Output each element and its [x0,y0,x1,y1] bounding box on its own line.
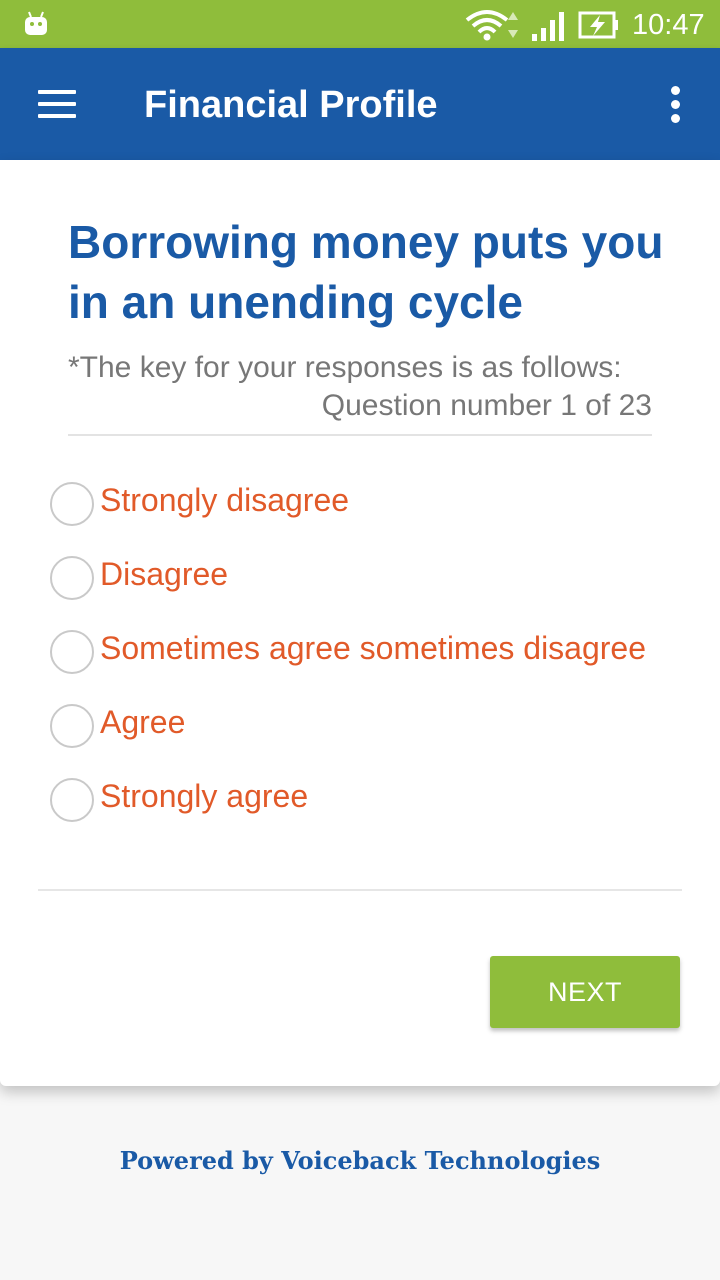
question-card: Borrowing money puts you in an unending … [0,160,720,1086]
radio-button[interactable] [50,704,94,748]
radio-button[interactable] [50,778,94,822]
response-key-text: *The key for your responses is as follow… [68,351,622,384]
question-counter: Question number 1 of 23 [321,389,652,422]
answer-options: Strongly disagree Disagree Sometimes agr… [50,460,690,830]
battery-charging-icon [578,11,618,39]
option-strongly-disagree[interactable]: Strongly disagree [50,460,690,534]
powered-by-text: Powered by Voiceback Technologies [119,1146,601,1175]
option-label[interactable]: Agree [100,700,185,744]
status-bar: 10:47 [0,0,720,48]
overflow-menu-icon[interactable] [656,78,696,132]
wifi-icon [465,10,509,41]
option-strongly-agree[interactable]: Strongly agree [50,756,690,830]
hamburger-menu-icon[interactable] [24,76,88,132]
question-title: Borrowing money puts you in an unending … [68,216,664,328]
android-icon [25,11,47,35]
divider [38,889,682,891]
radio-button[interactable] [50,630,94,674]
signal-icon [532,12,564,41]
radio-button[interactable] [50,482,94,526]
data-arrows-icon [508,12,518,38]
app-bar: Financial Profile [0,48,720,160]
option-label[interactable]: Sometimes agree sometimes disagree [100,626,646,670]
option-label[interactable]: Strongly agree [100,774,308,818]
option-label[interactable]: Disagree [100,552,228,596]
option-disagree[interactable]: Disagree [50,534,690,608]
divider [68,434,652,436]
option-sometimes[interactable]: Sometimes agree sometimes disagree [50,608,690,682]
app-title: Financial Profile [144,84,438,126]
option-agree[interactable]: Agree [50,682,690,756]
radio-button[interactable] [50,556,94,600]
next-button[interactable]: NEXT [490,956,680,1028]
status-time: 10:47 [632,9,705,41]
option-label[interactable]: Strongly disagree [100,478,349,522]
